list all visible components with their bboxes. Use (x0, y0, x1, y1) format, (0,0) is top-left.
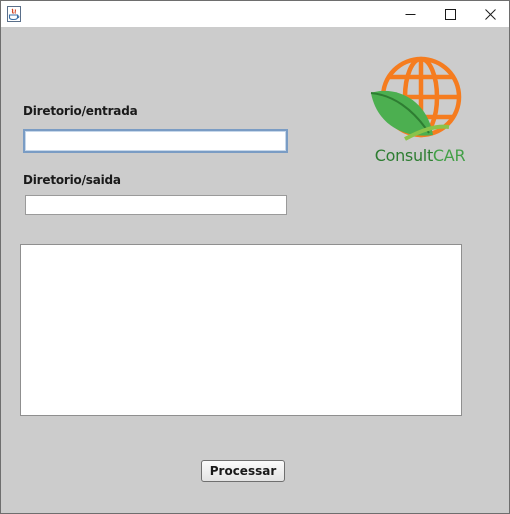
minimize-icon (405, 5, 416, 24)
maximize-icon (444, 5, 456, 24)
minimize-button[interactable] (390, 1, 430, 27)
maximize-button[interactable] (430, 1, 470, 27)
logo-text-car: CAR (432, 146, 466, 165)
globe-leaf-icon (370, 56, 462, 141)
java-app-icon[interactable] (7, 6, 21, 22)
entrada-label: Diretorio/entrada (23, 104, 138, 118)
entrada-directory-input[interactable] (23, 129, 288, 153)
logo-text: ConsultCAR (365, 146, 475, 165)
consultcar-logo: ConsultCAR (365, 55, 475, 170)
close-button[interactable] (470, 1, 509, 27)
close-icon (484, 5, 496, 24)
saida-label: Diretorio/saida (23, 173, 121, 187)
title-bar (1, 1, 509, 27)
app-window: Diretorio/entrada Diretorio/saida Proces… (0, 0, 510, 514)
saida-directory-input[interactable] (25, 195, 287, 215)
logo-text-consult: Consult (374, 146, 434, 165)
output-text-area[interactable] (20, 244, 462, 416)
processar-button[interactable]: Processar (201, 460, 285, 482)
